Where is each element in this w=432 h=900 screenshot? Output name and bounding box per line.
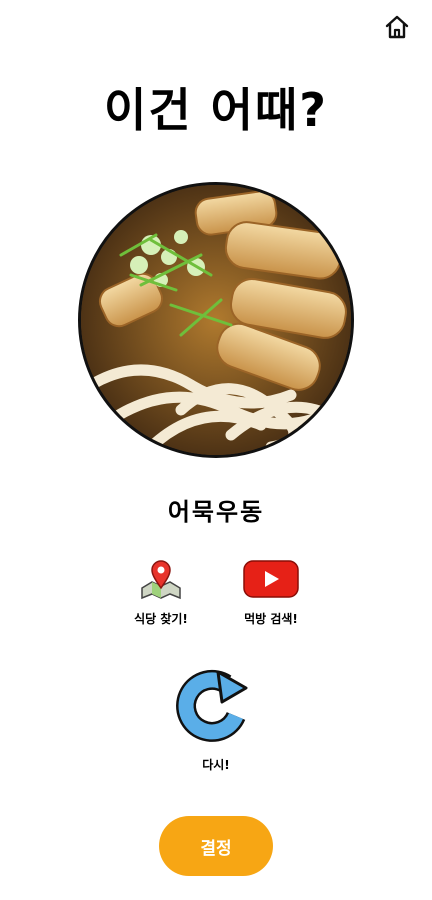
page-title: 이건 어때? [104,83,328,137]
retry-button[interactable]: 다시! [166,664,266,773]
home-button[interactable] [382,14,412,44]
retry-label: 다시! [202,758,230,772]
food-photo [78,182,354,458]
refresh-arrow-icon [174,664,258,754]
food-name: 어묵우동 [167,498,265,526]
map-pin-icon [138,558,184,604]
find-restaurant-button[interactable]: 식당 찾기! [106,558,216,627]
mukbang-search-label: 먹방 검색! [244,612,298,626]
mukbang-search-button[interactable]: 먹방 검색! [216,558,326,627]
find-restaurant-label: 식당 찾기! [134,612,188,626]
youtube-play-icon [242,558,300,604]
confirm-button[interactable]: 결정 [159,816,273,876]
home-icon [384,14,410,44]
